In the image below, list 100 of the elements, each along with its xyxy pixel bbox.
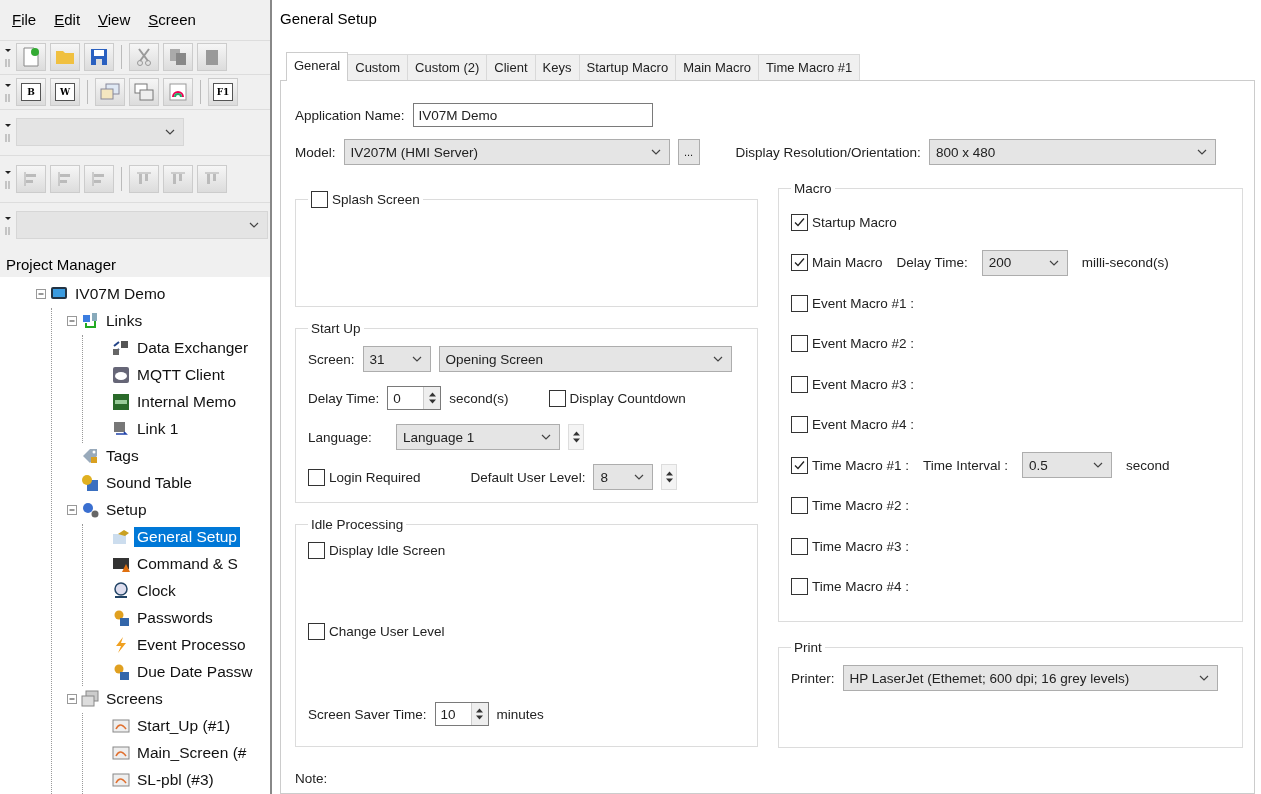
menu-item[interactable]: View [96,11,133,29]
checkbox-label: Event Macro #3 : [812,376,915,392]
unit-label: second [1126,457,1170,473]
collapse-icon[interactable] [67,316,77,327]
field-label: Delay Time: [308,390,380,406]
tab[interactable]: Client [486,54,536,80]
tree-item[interactable]: Due Date Passw [134,662,256,683]
menu-item[interactable]: File [10,11,39,29]
group-title: Idle Processing [311,517,404,532]
dropdown[interactable]: 31 [362,346,431,372]
dropdown[interactable]: 200 [981,249,1068,276]
collapse-icon[interactable] [67,694,77,705]
tab[interactable]: Main Macro [675,54,760,80]
tree-item[interactable]: Link 1 [134,419,182,440]
field-label: Language: [308,429,373,445]
checkbox[interactable] [791,537,808,555]
input-field[interactable]: IV07M Demo [412,103,653,127]
dropdown[interactable]: Opening Screen [438,346,732,372]
checkbox[interactable] [548,389,566,407]
checkbox[interactable] [308,542,325,559]
dropdown[interactable]: Language 1 [396,424,560,450]
checkbox[interactable] [791,578,808,596]
key-button[interactable]: B [21,82,41,101]
unit-label: milli-second(s) [1081,255,1169,271]
key-button[interactable]: W [55,82,75,101]
tab[interactable]: General [286,52,349,81]
spin-button[interactable] [568,424,584,450]
tab[interactable]: Startup Macro [578,54,677,80]
spin-button[interactable] [661,464,678,490]
collapse-icon[interactable] [36,289,46,300]
dropdown[interactable]: 0.5 [1022,452,1113,479]
checkbox-label: Event Macro #4 : [812,417,915,433]
save-icon [90,48,108,67]
checkbox[interactable] [791,213,808,231]
tree-item[interactable]: MQTT Client [134,365,228,386]
checkbox-label: Time Macro #4 : [812,579,910,595]
checkbox-label: Time Macro #3 : [812,538,910,554]
checkbox[interactable] [791,497,808,515]
caret-icon [1196,149,1207,155]
save-button[interactable] [84,43,114,72]
checkmark-icon [793,458,806,472]
tree-item[interactable]: Screens [103,689,166,710]
group-title: Start Up [311,321,361,336]
tree-item[interactable]: Setup [103,500,150,521]
checkbox[interactable] [308,468,325,486]
screens-icon [81,690,99,709]
checkbox[interactable] [791,416,808,434]
tree-item[interactable]: Data Exchanger [134,338,252,359]
checkbox[interactable] [791,456,808,474]
paste-button[interactable] [197,43,227,72]
checkbox[interactable] [791,375,808,393]
cut-button[interactable] [129,43,159,72]
checkbox[interactable] [308,623,325,640]
checkbox-label: Main Macro [812,255,883,271]
tree-item[interactable]: Internal Memo [134,392,240,413]
group-title: Macro [794,181,832,196]
group-title: Print [794,640,822,655]
dropdown[interactable]: 8 [593,464,654,490]
browse-button[interactable]: ... [677,139,700,165]
field-label: Display Resolution/Orientation: [735,144,921,160]
tree-item[interactable]: Links [103,311,146,332]
spin-box[interactable]: 0 [387,386,442,410]
checkbox[interactable] [791,294,808,312]
spin-arrows-icon [664,470,674,484]
dropdown[interactable]: IV207M (HMI Server) [343,139,670,165]
menu-item[interactable]: Edit [52,11,83,29]
checkbox[interactable] [311,191,328,208]
spin-box[interactable]: 10 [434,702,489,726]
caret-icon [712,356,723,362]
tree-item[interactable]: Tags [103,446,142,467]
menu-item[interactable]: Screen [146,11,198,29]
checkbox[interactable] [791,254,808,272]
field-label: Model: [295,144,336,160]
dropdown[interactable]: 800 x 480 [928,139,1216,165]
tab[interactable]: Custom (2) [407,54,488,80]
copy-button[interactable] [163,43,193,72]
tab[interactable]: Time Macro #1 [758,54,861,80]
tab[interactable]: Keys [534,54,580,80]
checkbox-label: Startup Macro [812,214,897,230]
tree-item[interactable]: General Setup [134,527,240,548]
caret-icon [650,149,661,155]
checkbox[interactable] [791,335,808,353]
tree-item[interactable]: Passwords [134,608,216,629]
tree-item[interactable]: Main_Screen (# [134,743,250,764]
checkbox-label: Login Required [329,469,421,485]
network-icon [81,312,99,331]
checkbox-label: Display Countdown [569,390,686,406]
caret-icon [249,222,259,229]
tab[interactable]: Custom [347,54,409,80]
tree-item[interactable]: Clock [134,581,179,602]
tree-item[interactable]: SL-pbl (#3) [134,770,217,791]
collapse-icon[interactable] [67,505,77,516]
tree-item[interactable]: Start_Up (#1) [134,716,234,737]
dropdown[interactable]: HP LaserJet (Ethemet; 600 dpi; 16 grey levels) [842,665,1218,691]
tree-item[interactable]: Event Processo [134,635,249,656]
caret-icon [541,434,551,440]
tree-item[interactable]: Sound Table [103,473,195,494]
key-button[interactable]: F1 [213,82,233,101]
tree-item[interactable]: Command & S [134,554,241,575]
tree-item[interactable]: IV07M Demo [72,284,169,305]
